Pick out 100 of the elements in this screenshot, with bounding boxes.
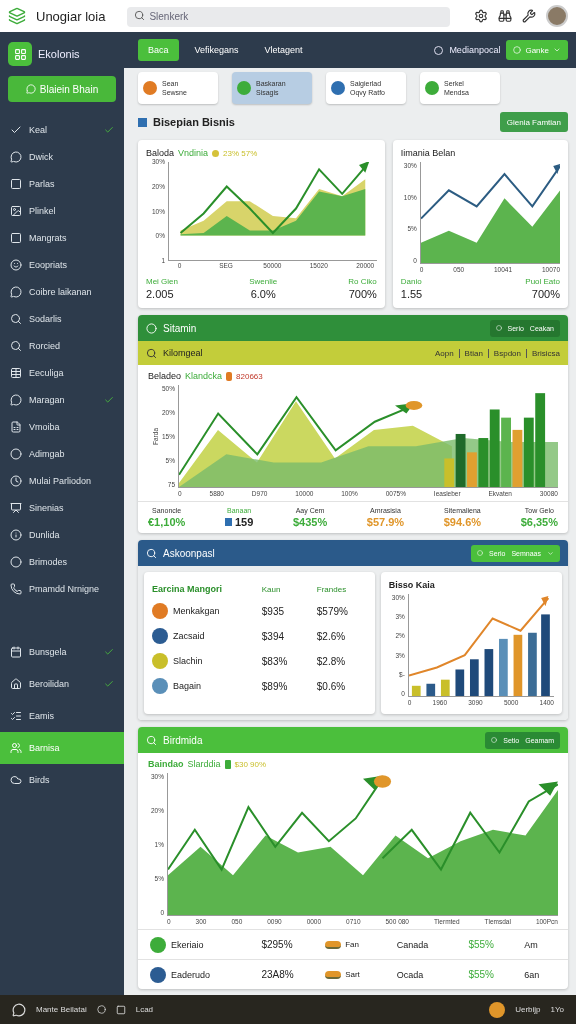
sidebar-item[interactable]: Birds	[0, 764, 124, 796]
bar	[469, 659, 479, 696]
filter-link[interactable]: Bspdon	[493, 348, 521, 358]
table-cell: Bagain	[173, 681, 202, 691]
chat-icon	[25, 84, 36, 94]
nav-tab[interactable]: Vletagent	[254, 39, 313, 61]
sidebar-item[interactable]: Coibre laikanan	[0, 278, 124, 305]
clock-icon	[10, 474, 22, 487]
footer-text: 1Yo	[550, 1005, 564, 1014]
search-icon	[146, 734, 157, 746]
home-icon	[10, 678, 22, 690]
circle-icon	[491, 737, 498, 743]
sidebar-item[interactable]: Keal	[0, 116, 124, 143]
table-cell-text: $394	[261, 630, 286, 642]
search-icon	[146, 547, 157, 559]
caret-icon	[553, 46, 561, 54]
sidebar-item[interactable]: Adimgab	[0, 440, 124, 467]
table-cell-text: $2.6%	[316, 630, 347, 642]
presentation-icon	[10, 501, 22, 514]
square-icon[interactable]	[115, 1004, 126, 1015]
bar	[455, 669, 464, 696]
legend-label: Klandcka	[185, 371, 223, 381]
sidebar-item[interactable]: Dwick	[0, 143, 124, 170]
sidebar-item[interactable]: Beroilidan	[0, 668, 124, 700]
sidebar-item[interactable]: Mulai Parliodon	[0, 467, 124, 494]
table-cell-text: 6an	[524, 969, 541, 980]
cloud-icon	[10, 774, 22, 786]
table-cell: Fan	[345, 940, 359, 949]
sidebar-item[interactable]: Sinenias	[0, 494, 124, 521]
image-icon	[10, 204, 22, 217]
stat-value: €1,10%	[148, 516, 186, 528]
nav-tab[interactable]: Vefikegans	[184, 39, 249, 61]
stat-value: $6,35%	[520, 516, 558, 528]
sidebar-item[interactable]: Mangrats	[0, 224, 124, 251]
legend-label: Vndinia	[178, 148, 209, 158]
sidebar-item[interactable]: Eeculiga	[0, 359, 124, 386]
sidebar-item[interactable]: Dunlida	[0, 521, 124, 548]
pill-icon	[325, 940, 342, 949]
footer-text: Uerbijp	[515, 1005, 541, 1014]
sidebar-item[interactable]: Eamis	[0, 700, 124, 732]
sidebar-item[interactable]: Plinkel	[0, 197, 124, 224]
badge-icon	[489, 1001, 506, 1018]
search-field[interactable]: Slenkerk	[127, 6, 450, 27]
bar	[426, 683, 435, 696]
filter-link[interactable]: Aopn	[434, 348, 454, 358]
column-header: Frandes	[316, 584, 348, 594]
table-cell-text: $55%	[468, 939, 495, 950]
bar	[523, 417, 534, 487]
table-cell-text: Canada	[396, 939, 430, 950]
chat-icon	[10, 393, 22, 406]
spreadsheet-icon	[10, 420, 22, 433]
circle-icon	[495, 325, 502, 331]
stat-value: $57.9%	[366, 516, 405, 528]
sidebar-title: Ekolonis	[38, 48, 80, 60]
panel-title: Sitamin	[163, 322, 197, 334]
sidebar-item[interactable]: Eoopriats	[0, 251, 124, 278]
bar	[527, 632, 537, 696]
table-cell-text: Am	[524, 939, 539, 950]
filter-link[interactable]: Btian	[464, 348, 483, 358]
bar	[484, 649, 493, 696]
sidebar-item[interactable]: Rorcied	[0, 332, 124, 359]
search-icon	[10, 312, 22, 325]
sidebar-item[interactable]: Brimodes	[0, 548, 124, 575]
users-icon	[10, 742, 22, 754]
binoculars-icon[interactable]	[498, 9, 512, 23]
section-title: Bisepian Bisnis	[153, 116, 235, 128]
gear-icon[interactable]	[474, 9, 488, 23]
sidebar-item[interactable]: Maragan	[0, 386, 124, 413]
arrow-head	[359, 162, 370, 173]
sub-title: Kilomgeal	[163, 348, 203, 358]
option-label: Medianpocal	[449, 45, 501, 55]
sidebar-item[interactable]: Pmamdd Nrnigne	[0, 575, 124, 602]
chat-icon	[10, 150, 22, 163]
list-icon	[10, 710, 22, 722]
marker-dot	[373, 775, 392, 788]
wrench-icon[interactable]	[522, 9, 536, 23]
circle-icon	[10, 555, 22, 568]
table-cell-text: 23A8%	[261, 969, 295, 980]
filter-link[interactable]: Brisicsa	[532, 348, 560, 358]
phone-icon	[10, 582, 22, 595]
circle-icon	[10, 447, 22, 460]
search-icon	[10, 339, 22, 352]
chat-icon[interactable]	[12, 1002, 26, 1017]
legend-dot	[212, 149, 220, 157]
table-cell: Zacsaid	[173, 631, 205, 641]
table-cell-text: $579%	[316, 605, 349, 617]
sidebar-item[interactable]: Bunsgela	[0, 636, 124, 668]
stat-label: Ro Ciko	[348, 277, 377, 286]
sidebar-item[interactable]: Sodarlis	[0, 305, 124, 332]
table-cell-text: $0.6%	[316, 680, 347, 692]
info-icon	[10, 528, 22, 541]
table-cell: Slachin	[173, 656, 203, 666]
circle-icon[interactable]	[96, 1005, 106, 1014]
legend-value: 820663	[236, 371, 263, 381]
stat-label: Swenlie	[249, 277, 278, 286]
sidebar-item[interactable]: Parlas	[0, 170, 124, 197]
avatar[interactable]	[546, 5, 568, 27]
sidebar-item[interactable]: Vmoiba	[0, 413, 124, 440]
table-cell-text: $935	[261, 605, 286, 617]
bar	[498, 638, 508, 696]
